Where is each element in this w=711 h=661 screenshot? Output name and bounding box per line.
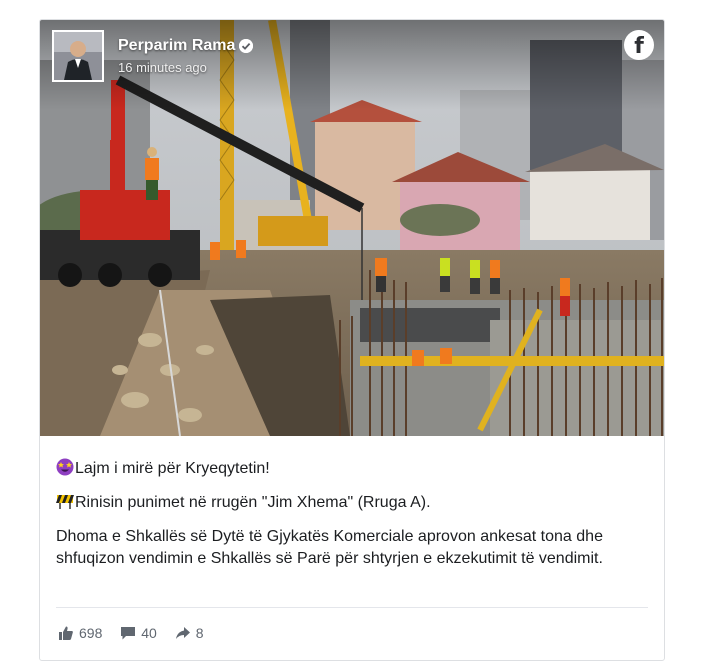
facebook-post-card: Perparim Rama 16 minutes ago f Lajm i mi… <box>39 19 665 661</box>
post-line-1-text: Lajm i mirë për Kryeqytetin! <box>75 460 270 477</box>
star-struck-icon <box>56 458 74 483</box>
comment-icon <box>121 627 136 640</box>
post-line-2: Rinisin punimet në rrugën "Jim Xhema" (R… <box>56 492 652 517</box>
post-stats: 698 40 8 <box>58 624 218 646</box>
author-header: Perparim Rama <box>118 37 254 55</box>
share-arrow-icon <box>175 627 190 640</box>
facebook-logo-icon[interactable]: f <box>624 30 654 60</box>
author-avatar-image <box>54 32 102 80</box>
post-line-3-text: Dhoma e Shkallës së Dytë të Gjykatës Kom… <box>56 528 603 567</box>
comments-count[interactable]: 40 <box>120 625 157 641</box>
post-photo[interactable]: Perparim Rama 16 minutes ago f <box>40 20 664 436</box>
post-line-3: Dhoma e Shkallës së Dytë të Gjykatës Kom… <box>56 526 652 570</box>
verified-badge-icon <box>239 39 254 53</box>
post-line-2-text: Rinisin punimet në rrugën "Jim Xhema" (R… <box>75 494 431 511</box>
thumbs-up-icon <box>59 626 73 641</box>
shares-count-value: 8 <box>195 625 204 642</box>
shares-count[interactable]: 8 <box>175 625 204 641</box>
construction-icon <box>56 492 74 517</box>
likes-count[interactable]: 698 <box>58 625 102 641</box>
post-line-1: Lajm i mirë për Kryeqytetin! <box>56 458 652 483</box>
post-timestamp[interactable]: 16 minutes ago <box>118 60 207 75</box>
comments-count-value: 40 <box>141 625 157 642</box>
post-text: Lajm i mirë për Kryeqytetin! Rinisin pun… <box>56 458 652 579</box>
post-divider <box>56 607 648 608</box>
author-name[interactable]: Perparim Rama <box>118 37 235 55</box>
construction-site-image <box>40 20 664 436</box>
author-avatar[interactable] <box>52 30 104 82</box>
likes-count-value: 698 <box>79 625 103 642</box>
